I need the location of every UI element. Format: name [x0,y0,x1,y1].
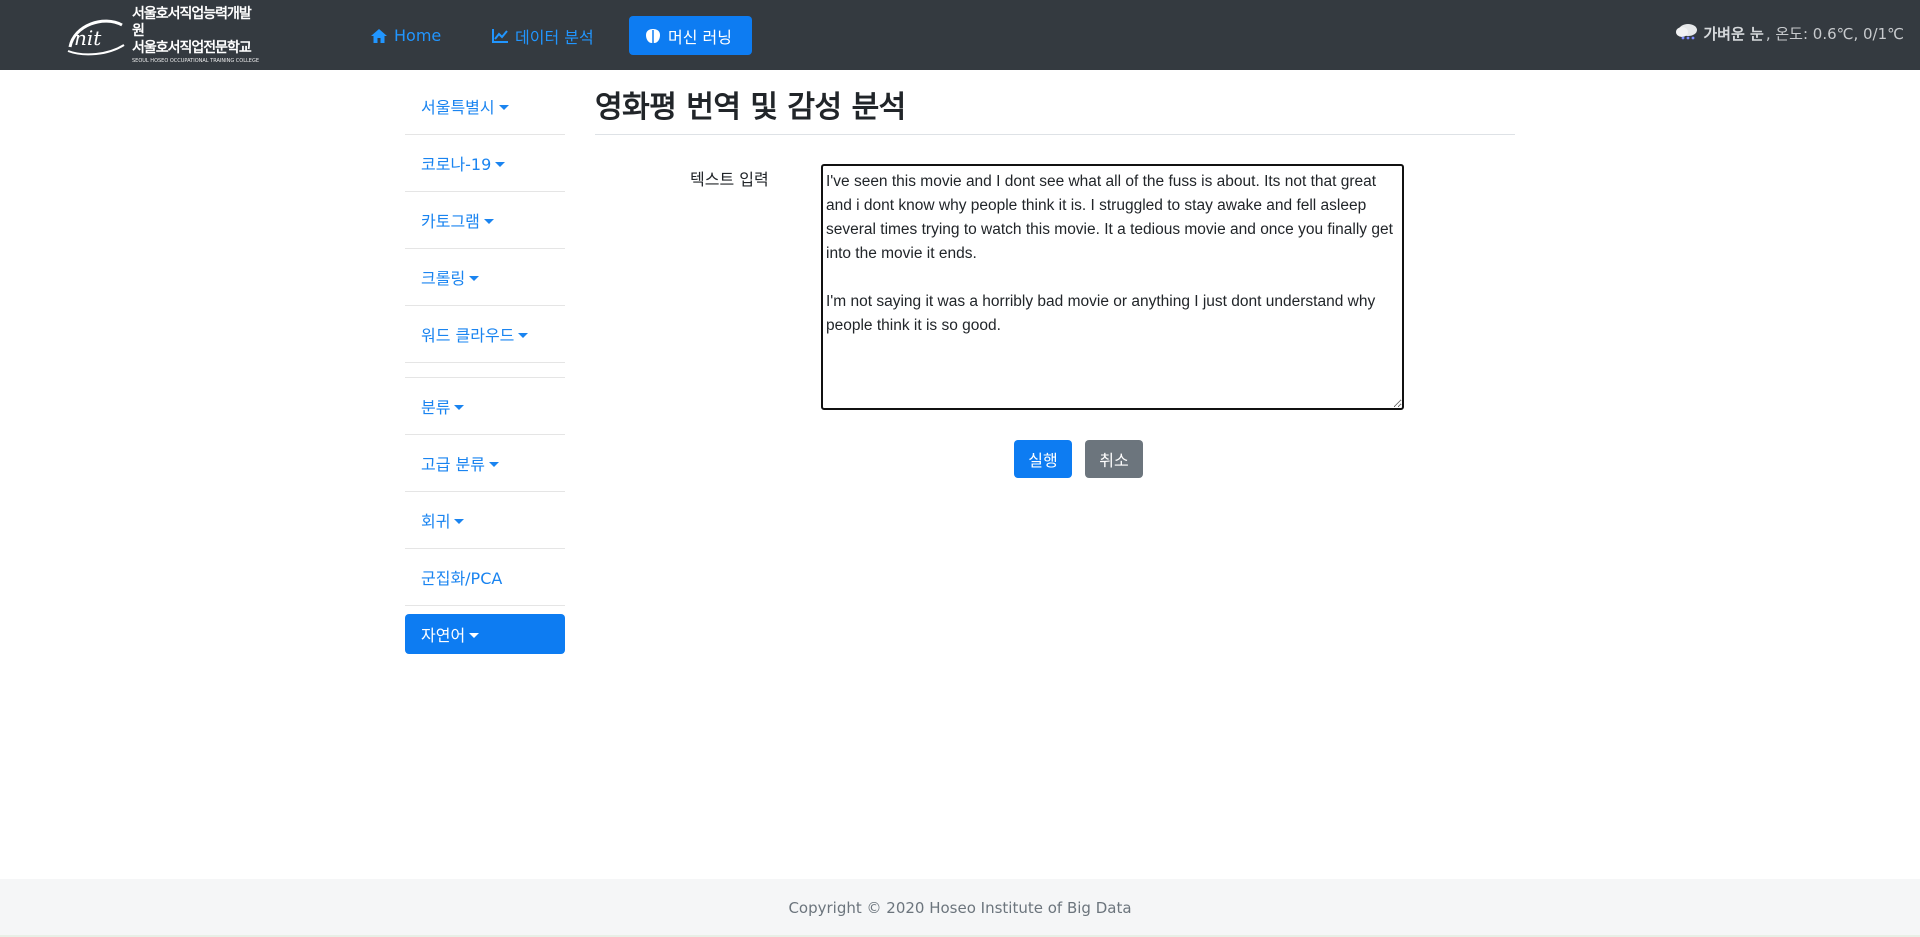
sidebar-item-advanced-classification[interactable]: 고급 분류 [405,435,565,492]
nav-machine-learning[interactable]: 머신 러닝 [629,16,752,55]
sidebar-item-label: 서울특별시 [421,98,495,117]
top-navbar: nit 서울호서직업능력개발원 서울호서직업전문학교 SEOUL HOSEO O… [0,0,1920,70]
brand-text: 서울호서직업능력개발원 서울호서직업전문학교 SEOUL HOSEO OCCUP… [132,6,260,65]
brand-logo[interactable]: nit 서울호서직업능력개발원 서울호서직업전문학교 SEOUL HOSEO O… [64,6,260,64]
sidebar: 서울특별시 코로나-19 카토그램 크롤링 워드 클라우드 분류 고급 분류 회… [405,78,565,654]
caret-down-icon [495,161,506,167]
sidebar-item-classification[interactable]: 분류 [405,378,565,435]
nav-home-label: Home [394,26,442,45]
sidebar-item-label: 군집화/PCA [421,569,503,588]
sidebar-item-clustering-pca[interactable]: 군집화/PCA [405,549,565,606]
footer: Copyright © 2020 Hoseo Institute of Big … [0,879,1920,937]
sidebar-item-label: 자연어 [421,626,466,645]
brand-name-en: SEOUL HOSEO OCCUPATIONAL TRAINING COLLEG… [132,57,259,64]
weather-condition: 가벼운 눈 [1703,24,1764,43]
run-button[interactable]: 실행 [1014,440,1072,478]
line-chart-icon [491,27,509,45]
weather-details: , 온도: 0.6℃, 0/1℃ [1765,24,1904,43]
title-divider [595,134,1515,135]
sidebar-item-label: 회귀 [421,512,451,531]
copyright-text: Copyright © 2020 Hoseo Institute of Big … [788,899,1132,917]
brand-name-1: 서울호서직업능력개발원 [132,5,252,39]
text-input-label: 텍스트 입력 [690,170,769,189]
caret-down-icon [498,104,509,110]
sidebar-item-label: 워드 클라우드 [421,326,515,345]
sidebar-item-label: 카토그램 [421,212,480,231]
caret-down-icon [454,404,465,410]
sidebar-item-cartogram[interactable]: 카토그램 [405,192,565,249]
caret-down-icon [469,632,480,638]
nav-home[interactable]: Home [355,16,456,55]
sidebar-item-label: 코로나-19 [421,155,492,174]
sidebar-item-regression[interactable]: 회귀 [405,492,565,549]
home-icon [370,27,388,45]
sidebar-item-seoul[interactable]: 서울특별시 [405,78,565,135]
cancel-button[interactable]: 취소 [1085,440,1143,478]
review-text-input[interactable]: I've seen this movie and I dont see what… [821,164,1404,410]
caret-down-icon [488,461,499,467]
brand-name-2: 서울호서직업전문학교 [132,39,252,56]
sidebar-divider [405,363,565,378]
cloud-snow-icon [1675,22,1699,44]
sidebar-item-label: 분류 [421,398,451,417]
sidebar-item-nlp[interactable]: 자연어 [405,614,565,654]
nav-data-analysis[interactable]: 데이터 분석 [476,16,609,55]
nav-data-analysis-label: 데이터 분석 [515,27,594,47]
sidebar-item-label: 고급 분류 [421,455,485,474]
caret-down-icon [518,332,529,338]
brain-icon [644,27,662,45]
svg-text:nit: nit [74,26,102,50]
sidebar-item-crawling[interactable]: 크롤링 [405,249,565,306]
logo-mark: nit [64,11,126,59]
sidebar-item-wordcloud[interactable]: 워드 클라우드 [405,306,565,363]
sidebar-item-covid19[interactable]: 코로나-19 [405,135,565,192]
caret-down-icon [454,518,465,524]
nav-machine-learning-label: 머신 러닝 [668,27,732,47]
weather-widget: 가벼운 눈 , 온도: 0.6℃, 0/1℃ [1675,22,1904,44]
sidebar-item-label: 크롤링 [421,269,466,288]
page-title: 영화평 번역 및 감성 분석 [595,90,906,125]
caret-down-icon [469,275,480,281]
caret-down-icon [483,218,494,224]
